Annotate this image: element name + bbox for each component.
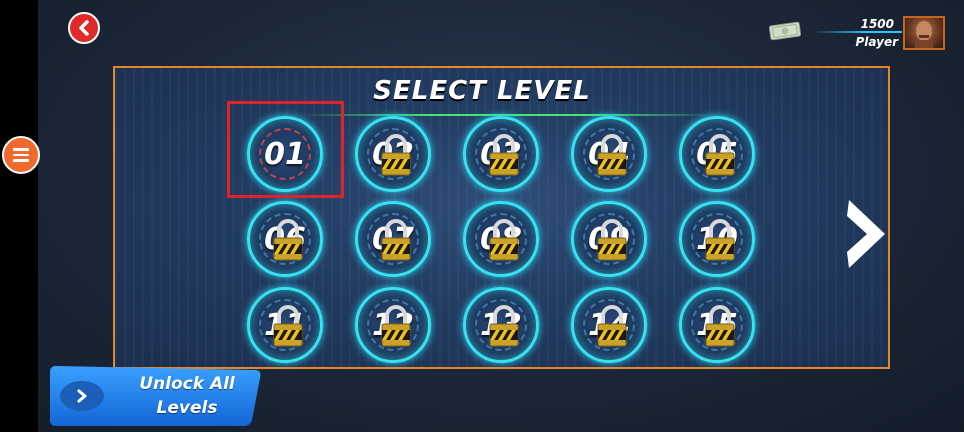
- padlock-icon: [489, 134, 519, 176]
- level-14-button[interactable]: 14: [571, 287, 647, 363]
- level-08-button[interactable]: 08: [463, 201, 539, 277]
- level-10-button[interactable]: 10: [679, 201, 755, 277]
- level-13-button[interactable]: 13: [463, 287, 539, 363]
- menu-icon[interactable]: [2, 136, 40, 174]
- unlock-label-line1: Unlock All: [139, 374, 235, 394]
- level-04-button[interactable]: 04: [571, 116, 647, 192]
- padlock-icon: [597, 305, 627, 347]
- padlock-icon: [381, 134, 411, 176]
- menu-bar: [13, 148, 29, 151]
- title-underline: [300, 114, 720, 116]
- unlock-all-levels-button[interactable]: Unlock All Levels: [50, 366, 262, 426]
- padlock-icon: [273, 305, 303, 347]
- padlock-icon: [273, 219, 303, 261]
- level-03-button[interactable]: 03: [463, 116, 539, 192]
- selection-highlight: [227, 101, 344, 198]
- level-02-button[interactable]: 02: [355, 116, 431, 192]
- menu-bar: [13, 159, 29, 162]
- avatar[interactable]: [903, 16, 945, 50]
- cash-icon: [768, 21, 802, 41]
- left-black-strip: [0, 0, 38, 432]
- player-name: Player: [855, 35, 898, 49]
- level-05-button[interactable]: 05: [679, 116, 755, 192]
- level-07-button[interactable]: 07: [355, 201, 431, 277]
- currency-bar: [812, 31, 902, 33]
- level-06-button[interactable]: 06: [247, 201, 323, 277]
- padlock-icon: [705, 305, 735, 347]
- padlock-icon: [489, 305, 519, 347]
- back-button[interactable]: [68, 12, 100, 44]
- padlock-icon: [705, 219, 735, 261]
- level-11-button[interactable]: 11: [247, 287, 323, 363]
- padlock-icon: [705, 134, 735, 176]
- unlock-arrow-circle: [60, 381, 104, 411]
- back-icon: [79, 20, 89, 36]
- chevron-right-icon: [77, 389, 87, 403]
- next-page-arrow-icon[interactable]: [843, 196, 891, 272]
- padlock-icon: [381, 219, 411, 261]
- page-title: SELECT LEVEL: [373, 76, 591, 106]
- level-09-button[interactable]: 09: [571, 201, 647, 277]
- unlock-label-line2: Levels: [156, 398, 218, 418]
- padlock-icon: [381, 305, 411, 347]
- level-12-button[interactable]: 12: [355, 287, 431, 363]
- unlock-all-label: Unlock All Levels: [128, 372, 246, 420]
- menu-bar: [13, 153, 29, 157]
- level-15-button[interactable]: 15: [679, 287, 755, 363]
- avatar-face: [915, 21, 933, 48]
- padlock-icon: [597, 134, 627, 176]
- money-amount: 1500: [860, 17, 894, 31]
- padlock-icon: [489, 219, 519, 261]
- padlock-icon: [597, 219, 627, 261]
